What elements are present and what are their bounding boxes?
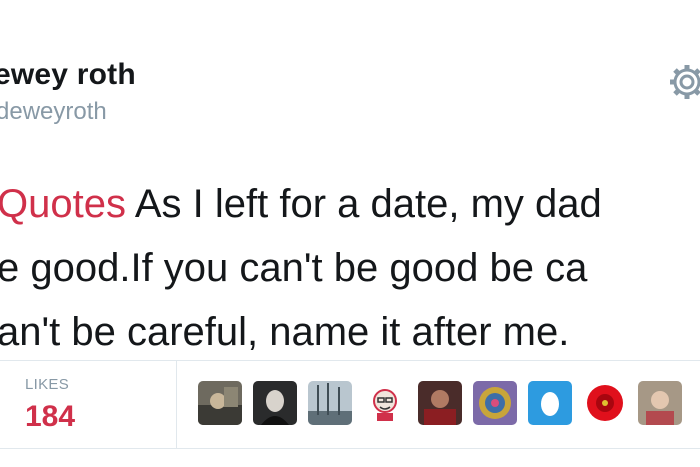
- tweet-line-1: Quotes As I left for a date, my dad: [0, 172, 700, 236]
- stats-separator: [176, 361, 177, 448]
- tweet-line-3: an't be careful, name it after me.: [0, 310, 570, 354]
- divider: [0, 360, 700, 361]
- liker-avatar[interactable]: [473, 381, 517, 425]
- liker-avatar[interactable]: [253, 381, 297, 425]
- liker-avatar[interactable]: [198, 381, 242, 425]
- liker-avatar[interactable]: [528, 381, 572, 425]
- tweet-text: Quotes As I left for a date, my dad e go…: [0, 172, 700, 364]
- hashtag-link[interactable]: Quotes: [0, 182, 126, 226]
- liker-avatar[interactable]: [363, 381, 407, 425]
- divider: [0, 448, 700, 449]
- display-name[interactable]: ewey roth: [0, 58, 136, 92]
- liker-avatar[interactable]: [418, 381, 462, 425]
- user-handle[interactable]: deweyroth: [0, 98, 107, 126]
- tweet-line-1-text: As I left for a date, my dad: [125, 182, 602, 226]
- tweet-card: ewey roth deweyroth Quotes As I left for…: [0, 0, 700, 467]
- liker-avatar[interactable]: [308, 381, 352, 425]
- gear-icon[interactable]: [665, 60, 700, 104]
- liker-avatar[interactable]: [638, 381, 682, 425]
- likes-label: LIKES: [25, 376, 70, 393]
- likes-count[interactable]: 184: [25, 400, 75, 434]
- liker-avatar[interactable]: [583, 381, 627, 425]
- tweet-line-2: e good.If you can't be good be ca: [0, 246, 588, 290]
